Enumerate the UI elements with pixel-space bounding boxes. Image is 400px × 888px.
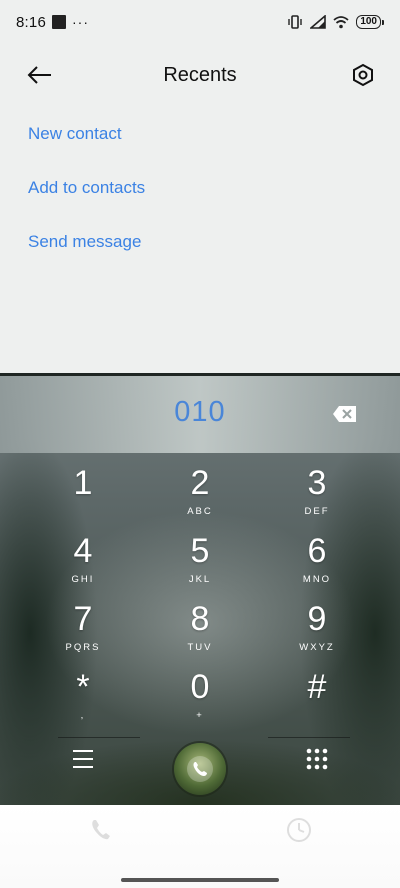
divider xyxy=(268,737,350,738)
key-7[interactable]: 7 PQRS xyxy=(24,599,142,665)
backspace-button[interactable] xyxy=(332,404,358,424)
dialer-actions xyxy=(0,733,400,803)
key-hash[interactable]: # xyxy=(258,667,376,733)
status-left: 8:16 ··· xyxy=(16,14,89,31)
menu-button[interactable] xyxy=(67,743,99,775)
key-4[interactable]: 4 GHI xyxy=(24,531,142,597)
wifi-icon xyxy=(333,16,349,29)
dialer-screen: 8:16 ··· 100 Recents New contact Add to … xyxy=(0,0,400,888)
key-3[interactable]: 3 DEF xyxy=(258,463,376,529)
clock-icon xyxy=(287,818,311,842)
send-message-link[interactable]: Send message xyxy=(28,220,145,274)
key-8[interactable]: 8 TUV xyxy=(141,599,259,665)
dialer-panel: 010 1 2 ABC 3 DEF 4 GHI 5 JKL 6 MNO 7 PQ… xyxy=(0,373,400,805)
bottom-navigation xyxy=(0,805,400,888)
number-display-bar: 010 xyxy=(0,376,400,453)
nav-phone-tab[interactable] xyxy=(88,817,114,843)
contact-actions: New contact Add to contacts Send message xyxy=(28,112,145,274)
gear-hex-icon xyxy=(353,63,373,87)
home-indicator[interactable] xyxy=(121,878,279,882)
header: Recents xyxy=(0,52,400,98)
key-2[interactable]: 2 ABC xyxy=(141,463,259,529)
dialpad-grid-icon xyxy=(306,748,328,770)
battery-icon: 100 xyxy=(356,15,384,29)
key-0[interactable]: 0 + xyxy=(141,667,259,733)
phone-icon xyxy=(92,820,110,840)
battery-level: 100 xyxy=(356,15,381,29)
key-6[interactable]: 6 MNO xyxy=(258,531,376,597)
hamburger-menu-icon xyxy=(73,750,93,768)
cell-signal-icon xyxy=(310,15,327,29)
phone-call-icon xyxy=(187,756,213,782)
vibrate-icon xyxy=(288,15,303,29)
key-9[interactable]: 9 WXYZ xyxy=(258,599,376,665)
back-button[interactable] xyxy=(22,60,58,90)
status-bar: 8:16 ··· 100 xyxy=(0,0,400,44)
divider xyxy=(58,737,140,738)
dialpad-toggle-button[interactable] xyxy=(301,743,333,775)
key-star[interactable]: * , xyxy=(24,667,142,733)
new-contact-link[interactable]: New contact xyxy=(28,112,145,166)
call-button[interactable] xyxy=(174,743,226,795)
key-5[interactable]: 5 JKL xyxy=(141,531,259,597)
notification-square-icon xyxy=(52,15,66,29)
page-title: Recents xyxy=(163,63,237,86)
status-time: 8:16 xyxy=(16,13,46,31)
status-right: 100 xyxy=(287,15,384,29)
more-notifications-icon: ··· xyxy=(72,14,89,30)
backspace-icon xyxy=(333,406,356,422)
key-1[interactable]: 1 xyxy=(24,463,142,529)
add-to-contacts-link[interactable]: Add to contacts xyxy=(28,166,145,220)
nav-recents-tab[interactable] xyxy=(286,817,312,843)
settings-button[interactable] xyxy=(348,60,378,90)
arrow-left-icon xyxy=(27,66,51,84)
